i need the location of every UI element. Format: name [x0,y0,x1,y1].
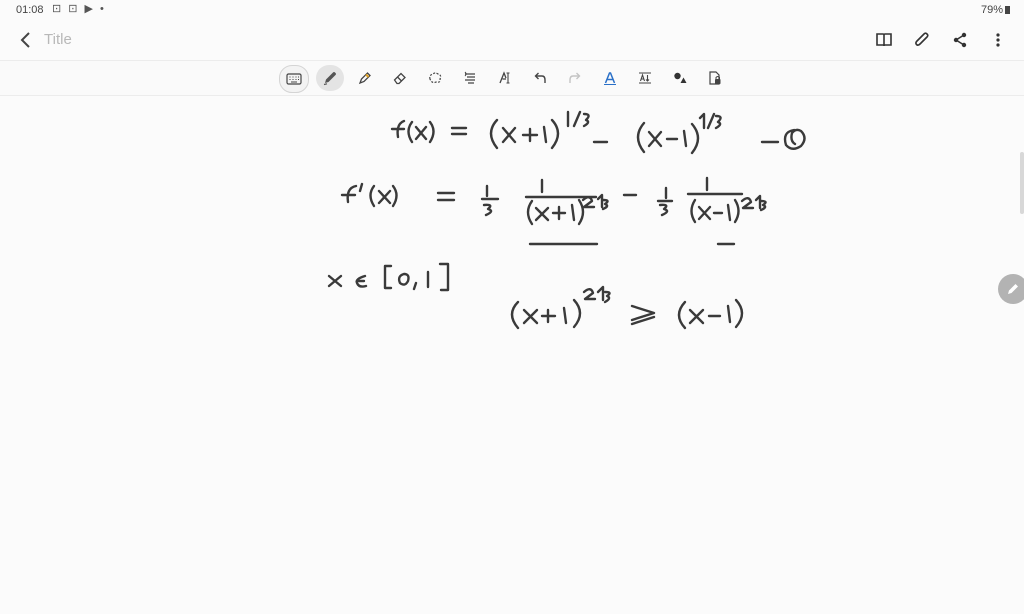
paperclip-icon [915,32,929,46]
color-tool[interactable] [666,65,694,91]
undo-button[interactable] [526,65,554,91]
text-tool[interactable] [491,65,519,91]
shapes-icon [464,71,475,84]
text-convert-tool[interactable] [631,65,659,91]
handwritten-line-2 [340,176,767,246]
highlighter-icon [358,72,371,85]
shapes-tool[interactable] [456,65,484,91]
status-time: 01:08 [16,4,44,16]
scrollbar-thumb[interactable] [1020,152,1024,214]
share-button[interactable] [948,28,972,52]
drawing-toolbar [0,60,1024,96]
keyboard-icon [286,73,302,85]
handwritten-line-3 [327,262,450,292]
page-lock-icon [709,71,721,85]
undo-icon [534,72,546,83]
status-battery: 79% [981,4,1010,16]
handwritten-line-1 [390,110,806,155]
attach-button[interactable] [910,28,934,52]
chevron-left-icon [20,32,30,48]
redo-button[interactable] [561,65,589,91]
book-icon [876,33,892,47]
text-icon [499,71,510,84]
title-bar: Title [0,20,1024,60]
more-vert-icon [996,33,1000,47]
text-convert-icon [639,72,651,84]
share-icon [953,32,967,48]
note-canvas[interactable] [0,95,1024,614]
more-options-button[interactable] [986,28,1010,52]
eraser-tool[interactable] [386,65,414,91]
battery-icon [1005,6,1010,14]
lasso-icon [429,72,442,84]
back-button[interactable] [14,28,36,52]
highlighter-tool[interactable] [351,65,379,91]
book-view-button[interactable] [872,28,896,52]
note-title-input[interactable]: Title [44,31,72,48]
page-lock-tool[interactable] [701,65,729,91]
handwriting-layer [327,110,806,330]
eraser-icon [393,72,406,85]
lasso-tool[interactable] [421,65,449,91]
floating-pen-button[interactable] [998,274,1024,304]
pen-icon [323,72,336,86]
pen-tool[interactable] [316,65,344,91]
smart-select-tool[interactable] [596,65,624,91]
keyboard-tool[interactable] [279,65,309,93]
pencil-icon [1008,284,1018,294]
redo-icon [569,72,581,83]
color-icon [674,72,687,83]
handwritten-line-4 [510,285,744,330]
smart-select-icon [604,72,616,85]
status-notification-icons: ⊡ ⊡ ▶ • [52,3,106,15]
status-bar: 01:08 ⊡ ⊡ ▶ • 79% [0,0,1024,20]
